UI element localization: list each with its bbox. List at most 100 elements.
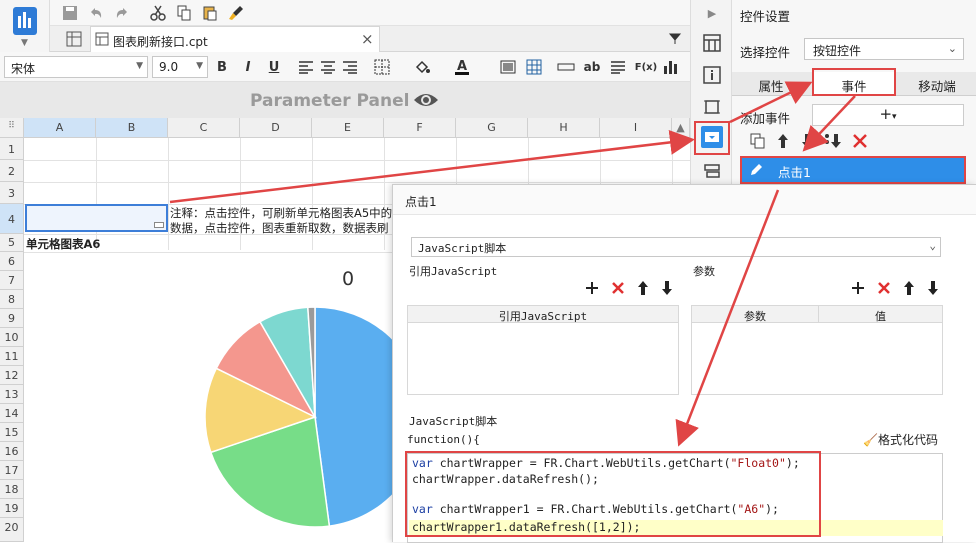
row-header-1[interactable]: 1 xyxy=(0,138,24,160)
row-header-15[interactable]: 15 xyxy=(0,423,24,442)
row-header-11[interactable]: 11 xyxy=(0,347,24,366)
cut-icon[interactable] xyxy=(148,3,168,23)
move-up-icon[interactable] xyxy=(903,280,915,296)
eye-icon[interactable] xyxy=(412,91,440,109)
move-down-icon[interactable] xyxy=(927,280,939,296)
row-header-8[interactable]: 8 xyxy=(0,290,24,309)
border-icon[interactable] xyxy=(372,57,392,77)
formula-button[interactable]: F(x) xyxy=(634,57,658,77)
row-header-12[interactable]: 12 xyxy=(0,366,24,385)
highlight-code-box xyxy=(405,451,821,537)
column-header-a[interactable]: A xyxy=(24,118,96,138)
table-icon[interactable] xyxy=(524,57,544,77)
column-header-g[interactable]: G xyxy=(456,118,528,138)
row-header-20[interactable]: 20 xyxy=(0,518,24,542)
row-header-2[interactable]: 2 xyxy=(0,160,24,182)
note-cell-c4[interactable]: 注释：点击控件，可刷新单元格图表A5中的 数据，点击控件，图表重新取数，数据表刷 xyxy=(170,206,392,236)
highlight-event-item xyxy=(740,156,966,184)
close-tab-icon[interactable]: × xyxy=(361,30,374,48)
row-header-7[interactable]: 7 xyxy=(0,271,24,290)
chevron-down-icon[interactable]: ▼ xyxy=(21,38,28,48)
chevron-down-icon: ⌄ xyxy=(929,239,936,252)
redo-icon[interactable] xyxy=(112,3,132,23)
frame-icon[interactable] xyxy=(701,96,723,118)
fill-color-icon[interactable] xyxy=(412,57,432,77)
move-up-icon[interactable] xyxy=(637,280,649,296)
pie-chart[interactable] xyxy=(190,303,410,542)
font-family-select[interactable]: 宋体 ▼ xyxy=(4,56,148,78)
move-down-icon[interactable] xyxy=(800,133,814,149)
add-param-icon[interactable] xyxy=(851,281,865,295)
row-header-13[interactable]: 13 xyxy=(0,385,24,404)
row-header-14[interactable]: 14 xyxy=(0,404,24,423)
sort-icon[interactable] xyxy=(824,133,844,149)
stack-icon[interactable] xyxy=(701,160,723,182)
text-ab-button[interactable]: ab xyxy=(582,57,602,77)
row-header-17[interactable]: 17 xyxy=(0,461,24,480)
row-header-4[interactable]: 4 xyxy=(0,204,24,234)
select-all-corner[interactable]: ⠿ xyxy=(0,118,24,138)
textbox-icon[interactable] xyxy=(556,57,576,77)
column-header-b[interactable]: B xyxy=(96,118,168,138)
widget-select[interactable]: 按钮控件 ⌄ xyxy=(804,38,964,60)
file-tab-label: 图表刷新接口.cpt xyxy=(113,35,208,49)
expand-arrow-icon[interactable]: ▶ xyxy=(701,2,723,24)
paste-icon[interactable] xyxy=(200,3,220,23)
chart-icon[interactable] xyxy=(660,57,680,77)
save-icon[interactable] xyxy=(60,3,80,23)
event-type-select[interactable]: JavaScript脚本 ⌄ xyxy=(411,237,941,257)
app-logo-icon[interactable] xyxy=(13,7,37,35)
row-header-3[interactable]: 3 xyxy=(0,182,24,204)
tab-mobile[interactable]: 移动端 xyxy=(898,72,976,96)
add-ref-js-icon[interactable] xyxy=(585,281,599,295)
move-down-icon[interactable] xyxy=(661,280,673,296)
column-header-h[interactable]: H xyxy=(528,118,600,138)
selected-cell-a4[interactable] xyxy=(25,204,168,232)
row-header-5[interactable]: 5 xyxy=(0,234,24,252)
grid-icon[interactable] xyxy=(66,31,82,47)
column-header-c[interactable]: C xyxy=(168,118,240,138)
format-code-button[interactable]: 🧹格式化代码 xyxy=(863,431,938,448)
font-color-icon[interactable]: A xyxy=(452,57,472,77)
column-header-f[interactable]: F xyxy=(384,118,456,138)
copy-icon[interactable] xyxy=(750,133,766,149)
italic-button[interactable]: I xyxy=(238,57,258,77)
align-left-icon[interactable] xyxy=(296,57,316,77)
row-header-10[interactable]: 10 xyxy=(0,328,24,347)
parameter-panel[interactable]: Parameter Panel xyxy=(0,82,690,118)
dialog-titlebar: 点击1 xyxy=(393,185,976,215)
info-panel-icon[interactable] xyxy=(701,64,723,86)
undo-icon[interactable] xyxy=(86,3,106,23)
add-event-button[interactable]: +▾ xyxy=(812,104,964,126)
layout-icon[interactable] xyxy=(701,32,723,54)
delete-ref-js-icon[interactable] xyxy=(611,281,625,295)
tab-menu-icon[interactable] xyxy=(668,32,682,46)
scroll-up-icon[interactable]: ▲ xyxy=(672,118,690,138)
ref-js-table[interactable]: 引用JavaScript xyxy=(407,305,679,395)
copy-icon[interactable] xyxy=(174,3,194,23)
row-header-9[interactable]: 9 xyxy=(0,309,24,328)
row-header-19[interactable]: 19 xyxy=(0,499,24,518)
underline-button[interactable]: U xyxy=(264,57,284,77)
column-header-i[interactable]: I xyxy=(600,118,672,138)
js-script-label: JavaScript脚本 xyxy=(409,415,498,428)
column-header-e[interactable]: E xyxy=(312,118,384,138)
align-right-icon[interactable] xyxy=(340,57,360,77)
align-center-icon[interactable] xyxy=(318,57,338,77)
row-header-6[interactable]: 6 xyxy=(0,252,24,271)
row-header-16[interactable]: 16 xyxy=(0,442,24,461)
paragraph-icon[interactable] xyxy=(608,57,628,77)
params-table[interactable]: 参数 值 xyxy=(691,305,943,395)
file-tab[interactable]: 图表刷新接口.cpt × xyxy=(90,26,380,52)
dialog-title: 点击1 xyxy=(405,195,437,209)
font-size-select[interactable]: 9.0 ▼ xyxy=(152,56,208,78)
format-brush-icon[interactable] xyxy=(226,3,246,23)
delete-param-icon[interactable] xyxy=(877,281,891,295)
move-up-icon[interactable] xyxy=(776,133,790,149)
bold-button[interactable]: B xyxy=(212,57,232,77)
merge-cells-icon[interactable] xyxy=(498,57,518,77)
tab-properties[interactable]: 属性 xyxy=(732,72,810,96)
row-header-18[interactable]: 18 xyxy=(0,480,24,499)
column-header-d[interactable]: D xyxy=(240,118,312,138)
delete-icon[interactable] xyxy=(852,133,868,149)
